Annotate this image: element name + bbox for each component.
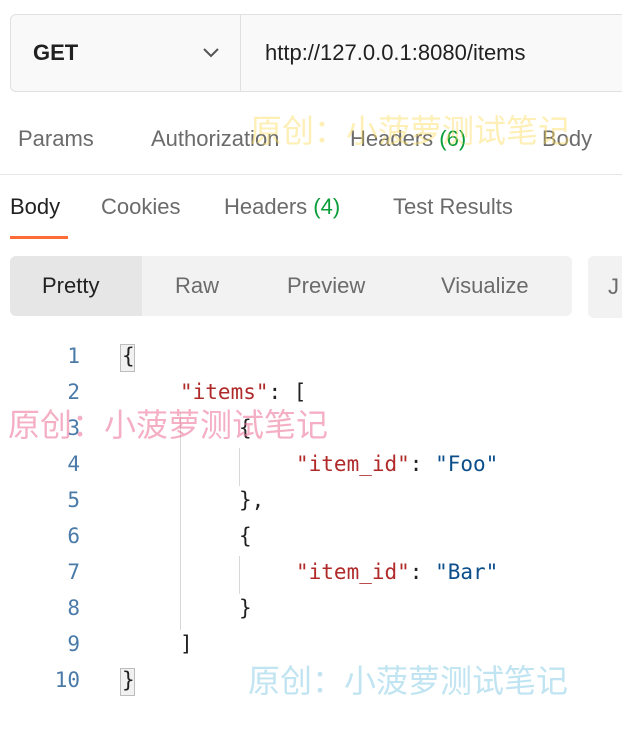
json-brace: {	[122, 344, 135, 368]
active-tab-indicator	[10, 236, 68, 239]
code-line: },	[239, 488, 264, 512]
tab-test-results[interactable]: Test Results	[393, 194, 513, 220]
url-text: http://127.0.0.1:8080/items	[265, 40, 526, 65]
code-line: "item_id": "Foo"	[296, 452, 498, 476]
indent-guide	[239, 556, 240, 594]
json-key: "item_id"	[296, 452, 410, 476]
tab-response-body-label: Body	[10, 194, 61, 219]
json-string: "Foo"	[435, 452, 499, 476]
tab-params[interactable]: Params	[18, 126, 94, 152]
code-line: {	[122, 344, 135, 368]
json-brace: }	[122, 668, 135, 692]
json-brace: {	[239, 524, 252, 548]
indent-guide	[239, 448, 240, 486]
code-line: "item_id": "Bar"	[296, 560, 498, 584]
json-brace: }	[239, 596, 252, 620]
view-mode-raw-label: Raw	[175, 273, 220, 298]
url-input[interactable]: http://127.0.0.1:8080/items	[265, 15, 526, 91]
code-line: }	[239, 596, 252, 620]
view-mode-visualize[interactable]: Visualize	[441, 256, 529, 316]
line-number: 6	[67, 524, 80, 548]
tab-params-label: Params	[18, 126, 94, 151]
tab-cookies[interactable]: Cookies	[101, 194, 180, 220]
line-number: 9	[67, 632, 80, 656]
tab-response-body[interactable]: Body	[10, 194, 60, 220]
view-mode-raw[interactable]: Raw	[175, 256, 219, 316]
line-number: 1	[67, 344, 80, 368]
json-key: "item_id"	[296, 560, 410, 584]
tab-test-results-label: Test Results	[393, 194, 513, 219]
line-number: 4	[67, 452, 80, 476]
tab-response-headers[interactable]: Headers (4)	[224, 194, 340, 220]
watermark: 原创：小菠萝测试笔记	[250, 112, 571, 150]
json-punctuation: :	[409, 560, 436, 584]
tab-cookies-label: Cookies	[101, 194, 181, 219]
view-mode-visualize-label: Visualize	[441, 273, 529, 298]
watermark: 原创：小菠萝测试笔记	[248, 662, 569, 700]
format-select[interactable]: J	[588, 256, 622, 318]
json-bracket: ]	[180, 632, 193, 656]
request-bar: GET http://127.0.0.1:8080/items	[10, 14, 622, 92]
tab-response-headers-label: Headers	[224, 194, 308, 219]
view-mode-pretty-label: Pretty	[42, 273, 100, 298]
chevron-down-icon[interactable]	[201, 45, 221, 61]
code-line: ]	[180, 632, 193, 656]
response-headers-count: (4)	[313, 194, 341, 219]
code-line: {	[239, 524, 252, 548]
json-brace: },	[239, 488, 265, 512]
line-number: 10	[54, 668, 80, 692]
view-mode-pretty[interactable]: Pretty	[42, 256, 99, 316]
json-string: "Bar"	[435, 560, 499, 584]
view-mode-preview[interactable]: Preview	[287, 256, 365, 316]
tabs-divider	[0, 174, 622, 175]
watermark: 原创：小菠萝测试笔记	[8, 406, 329, 444]
line-number: 8	[67, 596, 80, 620]
line-number: 5	[67, 488, 80, 512]
line-number: 7	[67, 560, 80, 584]
method-label: GET	[33, 40, 79, 65]
format-select-label: J	[608, 274, 619, 299]
code-line: }	[122, 668, 135, 692]
view-mode-preview-label: Preview	[287, 273, 366, 298]
json-punctuation: :	[409, 452, 436, 476]
